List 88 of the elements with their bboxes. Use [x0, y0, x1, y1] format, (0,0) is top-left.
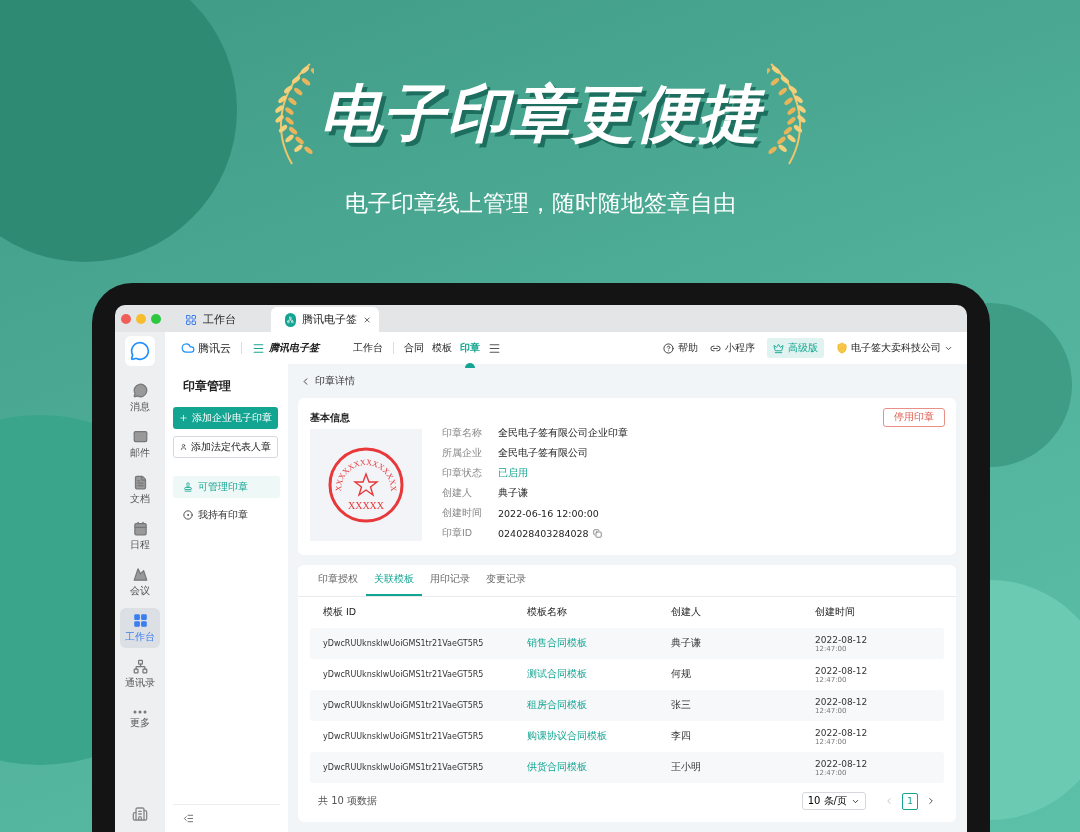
field-label: 印章ID	[442, 526, 474, 540]
add-representative-seal-button[interactable]: 添加法定代表人章	[173, 436, 278, 458]
section-title: 基本信息	[310, 410, 350, 425]
product-logo[interactable]: 腾讯电子签	[252, 341, 319, 355]
banner-subtitle: 电子印章线上管理，随时随地签章自由	[344, 189, 736, 218]
table-cell-text: 张三	[671, 699, 692, 712]
circle-dot-icon	[183, 510, 193, 520]
table-cell-text: 典子谦	[671, 637, 702, 650]
plus-icon	[179, 413, 188, 423]
close-window-icon[interactable]	[121, 313, 131, 324]
copy-icon[interactable]	[592, 528, 602, 538]
table-cell-text: yDwcRUUknsklwUoiGMS1tr21VaeGT5R5	[323, 639, 485, 648]
maximize-window-icon[interactable]	[151, 313, 161, 324]
column-header: 模板名称	[527, 606, 568, 619]
column-header: 创建人	[671, 606, 702, 619]
date-text: 2022-08-12	[815, 665, 869, 676]
help-link[interactable]: 帮助	[663, 341, 698, 355]
more-icon	[133, 710, 147, 714]
total-count: 共 10 项数据	[318, 794, 378, 808]
mountain-icon	[132, 566, 148, 582]
date-text: 2022-08-12	[815, 634, 869, 645]
mini-program-link[interactable]: 小程序	[710, 341, 755, 355]
column-header: 模板 ID	[323, 606, 358, 619]
next-page-icon[interactable]	[926, 796, 936, 806]
active-indicator	[465, 363, 475, 368]
nav-link[interactable]: 工作台	[353, 341, 383, 355]
company-switcher[interactable]: 电子签大卖科技公司	[836, 341, 953, 355]
field-label: 所属企业	[442, 446, 483, 460]
date-text: 2022-08-12	[815, 758, 869, 769]
page-size-select[interactable]: 10 条/页	[801, 792, 866, 810]
tab[interactable]: 印章授权	[310, 565, 366, 596]
menu-icon[interactable]	[488, 341, 501, 355]
document-icon	[132, 474, 148, 490]
building-icon[interactable]	[132, 806, 148, 822]
status-text: 已启用	[498, 466, 528, 480]
shield-icon	[836, 342, 848, 354]
rail-item[interactable]: 消息	[120, 378, 160, 418]
back-link[interactable]: 印章详情	[298, 364, 956, 398]
field-label: 创建人	[442, 486, 473, 500]
brand-logo[interactable]: 腾讯云	[181, 340, 231, 356]
seal-text: XXXXX	[347, 500, 385, 511]
rail-item[interactable]: 日程	[120, 516, 160, 556]
field-value: 全民电子签有限公司企业印章	[498, 426, 628, 440]
field-value: 024028403284028	[498, 527, 589, 539]
rail-item[interactable]: 邮件	[120, 424, 160, 464]
field-value: 2022-06-16 12:00:00	[498, 507, 599, 519]
app-logo[interactable]	[125, 336, 155, 366]
help-icon	[663, 342, 674, 354]
tab[interactable]: 变更记录	[478, 565, 534, 596]
chat-bubble-icon	[132, 382, 148, 398]
banner-title: 电子印章更便捷	[313, 72, 767, 156]
field-label: 创建时间	[442, 506, 483, 520]
table-cell-text: yDwcRUUknsklwUoiGMS1tr21VaeGT5R5	[323, 732, 485, 741]
disable-seal-button[interactable]: 停用印章	[883, 408, 945, 427]
window-tab[interactable]: 腾讯电子签	[271, 307, 379, 332]
person-icon	[180, 442, 187, 452]
crown-icon	[773, 342, 784, 354]
envelope-icon	[132, 428, 148, 444]
rail-item[interactable]: 文档	[120, 470, 160, 510]
column-header: 创建时间	[815, 606, 856, 619]
field-label: 印章状态	[442, 466, 483, 480]
rail-item[interactable]: 通讯录	[120, 654, 160, 694]
table-cell-text: yDwcRUUknsklwUoiGMS1tr21VaeGT5R5	[323, 763, 485, 772]
table-cell-text: yDwcRUUknsklwUoiGMS1tr21VaeGT5R5	[323, 701, 485, 710]
org-chart-icon	[132, 658, 148, 674]
rail-item[interactable]: 会议	[120, 562, 160, 602]
tab[interactable]: 用印记录	[422, 565, 478, 596]
window-tab[interactable]: 工作台	[171, 307, 271, 332]
table-cell-text: yDwcRUUknsklwUoiGMS1tr21VaeGT5R5	[323, 670, 485, 679]
date-text: 2022-08-12	[815, 727, 869, 738]
rail-item[interactable]: 更多	[120, 700, 160, 740]
stamp-icon	[183, 482, 193, 492]
calendar-icon	[132, 520, 148, 536]
nav-link[interactable]: 模板	[432, 341, 452, 355]
table-cell-text: 王小明	[671, 761, 702, 774]
field-value: 典子谦	[498, 486, 528, 500]
nav-link[interactable]: 合同	[404, 341, 424, 355]
panel-title: 印章管理	[182, 378, 232, 395]
grid-icon	[132, 612, 148, 628]
table-cell-text: 何规	[671, 668, 692, 681]
grid-icon	[185, 313, 197, 326]
table-cell-text: 李四	[671, 730, 692, 743]
field-label: 印章名称	[442, 426, 483, 440]
side-menu-item[interactable]: 我持有印章	[173, 504, 280, 526]
app-icon	[285, 312, 296, 327]
collapse-icon[interactable]	[183, 813, 194, 824]
date-text: 2022-08-12	[815, 696, 869, 707]
field-value: 全民电子签有限公司	[498, 446, 588, 460]
